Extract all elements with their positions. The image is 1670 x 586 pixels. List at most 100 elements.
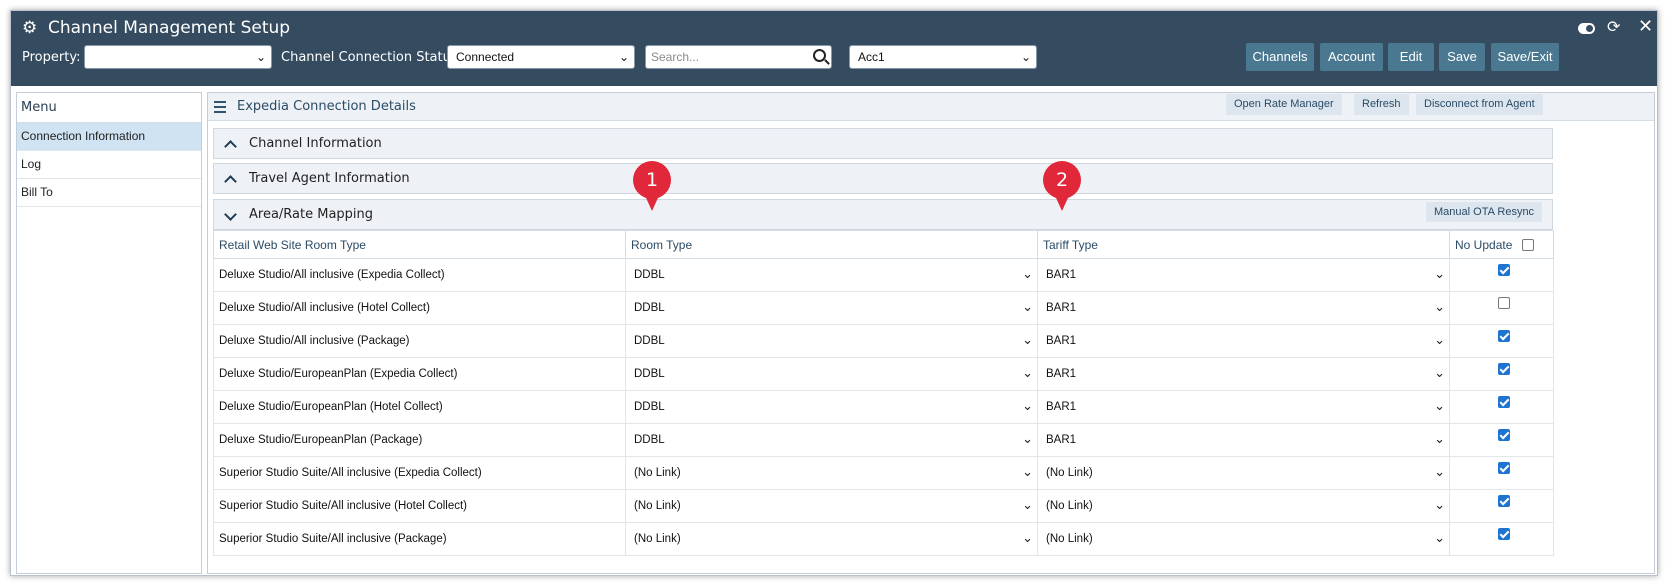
tariff-type-select[interactable]: (No Link) ⌄ <box>1043 464 1449 479</box>
sidebar-item-connection-information[interactable]: Connection Information <box>17 123 201 151</box>
tariff-type-value: BAR1 <box>1046 368 1077 380</box>
no-update-checkbox[interactable] <box>1498 462 1510 474</box>
save-button[interactable]: Save <box>1439 43 1485 71</box>
column-header: No Update <box>1455 237 1513 252</box>
room-type-select[interactable]: DDBL ⌄ <box>631 299 1037 314</box>
chevron-down-icon: ⌄ <box>1022 464 1033 479</box>
no-update-cell <box>1449 390 1554 424</box>
room-type-value: DDBL <box>634 434 665 446</box>
table-row: Deluxe Studio/All inclusive (Package) DDB… <box>213 324 1554 358</box>
room-type-select[interactable]: DDBL ⌄ <box>631 332 1037 347</box>
table-row: Deluxe Studio/EuropeanPlan (Package) DDBL… <box>213 423 1554 457</box>
sidebar: Menu Connection Information Log Bill To <box>16 92 202 574</box>
no-update-checkbox[interactable] <box>1498 396 1510 408</box>
no-update-cell <box>1449 357 1554 391</box>
chevron-down-icon: ⌄ <box>1022 431 1033 446</box>
sidebar-item-log[interactable]: Log <box>17 151 201 179</box>
no-update-all-checkbox[interactable] <box>1521 239 1534 252</box>
manual-ota-resync-button[interactable]: Manual OTA Resync <box>1426 202 1543 222</box>
table-row: Superior Studio Suite/All inclusive (Pac… <box>213 522 1554 556</box>
tariff-type-select[interactable]: BAR1 ⌄ <box>1043 431 1449 446</box>
refresh-icon[interactable]: ⟳ <box>1607 16 1620 38</box>
save-exit-button[interactable]: Save/Exit <box>1491 43 1559 71</box>
room-type-cell: DDBL ⌄ <box>625 423 1038 457</box>
tariff-type-select[interactable]: BAR1 ⌄ <box>1043 365 1449 380</box>
tariff-type-cell: BAR1 ⌄ <box>1037 291 1450 325</box>
room-type-select[interactable]: (No Link) ⌄ <box>631 464 1037 479</box>
no-update-header: No Update <box>1449 230 1554 259</box>
no-update-cell <box>1449 489 1554 523</box>
main-panel: Expedia Connection Details Open Rate Man… <box>207 92 1655 574</box>
close-icon[interactable]: ✕ <box>1638 16 1653 38</box>
tariff-type-select[interactable]: (No Link) ⌄ <box>1043 497 1449 512</box>
retail-room-type: Deluxe Studio/EuropeanPlan (Expedia Coll… <box>219 368 458 380</box>
account-select[interactable]: Acc1 ⌄ <box>849 45 1037 69</box>
open-rate-manager-button[interactable]: Open Rate Manager <box>1226 94 1342 115</box>
callout-pointer <box>642 189 662 211</box>
chevron-down-icon[interactable] <box>226 207 235 223</box>
refresh-button[interactable]: Refresh <box>1354 94 1409 115</box>
disconnect-button[interactable]: Disconnect from Agent <box>1416 94 1543 115</box>
no-update-checkbox[interactable] <box>1498 330 1510 342</box>
toggle-icon[interactable] <box>1578 18 1595 40</box>
tariff-type-value: (No Link) <box>1046 533 1093 545</box>
section-travel-agent-information[interactable]: Travel Agent Information <box>213 163 1553 194</box>
tariff-type-value: BAR1 <box>1046 302 1077 314</box>
table-row: Deluxe Studio/EuropeanPlan (Hotel Collec… <box>213 390 1554 424</box>
channels-button[interactable]: Channels <box>1246 43 1314 71</box>
retail-room-type: Deluxe Studio/All inclusive (Package) <box>219 335 410 347</box>
section-area-rate-mapping[interactable]: Area/Rate Mapping Manual OTA Resync <box>213 199 1553 230</box>
retail-room-type: Deluxe Studio/EuropeanPlan (Package) <box>219 434 423 446</box>
no-update-checkbox[interactable] <box>1498 264 1510 276</box>
retail-room-type-cell: Deluxe Studio/EuropeanPlan (Package) <box>213 423 626 457</box>
no-update-checkbox[interactable] <box>1498 495 1510 507</box>
tariff-type-select[interactable]: BAR1 ⌄ <box>1043 398 1449 413</box>
chevron-down-icon: ⌄ <box>1022 497 1033 512</box>
sidebar-item-bill-to[interactable]: Bill To <box>17 179 201 207</box>
chevron-up-icon[interactable] <box>226 171 235 190</box>
no-update-checkbox[interactable] <box>1498 363 1510 375</box>
callout-number: 2 <box>1055 169 1069 191</box>
callout-number: 1 <box>645 169 659 191</box>
room-type-select[interactable]: DDBL ⌄ <box>631 365 1037 380</box>
chevron-up-icon[interactable] <box>226 136 235 155</box>
search-icon[interactable] <box>813 49 826 62</box>
chevron-down-icon: ⌄ <box>1020 50 1031 64</box>
room-type-value: DDBL <box>634 302 665 314</box>
edit-button[interactable]: Edit <box>1388 43 1434 71</box>
hamburger-icon[interactable] <box>214 101 226 116</box>
room-type-select[interactable]: (No Link) ⌄ <box>631 530 1037 545</box>
chevron-down-icon: ⌄ <box>1022 332 1033 347</box>
room-type-select[interactable]: DDBL ⌄ <box>631 266 1037 281</box>
callout-marker-2: 2 <box>1043 161 1081 213</box>
property-select[interactable]: ⌄ <box>84 45 272 69</box>
search-input[interactable]: Search... <box>645 45 832 69</box>
no-update-checkbox[interactable] <box>1498 297 1510 309</box>
no-update-cell <box>1449 258 1554 292</box>
retail-room-type-cell: Deluxe Studio/All inclusive (Hotel Colle… <box>213 291 626 325</box>
tariff-type-select[interactable]: BAR1 ⌄ <box>1043 266 1449 281</box>
room-type-cell: DDBL ⌄ <box>625 291 1038 325</box>
room-type-select[interactable]: DDBL ⌄ <box>631 398 1037 413</box>
room-type-value: (No Link) <box>634 533 681 545</box>
retail-room-type-cell: Superior Studio Suite/All inclusive (Pac… <box>213 522 626 556</box>
room-type-select[interactable]: DDBL ⌄ <box>631 431 1037 446</box>
chevron-down-icon: ⌄ <box>1434 464 1445 479</box>
property-label: Property: <box>22 50 81 65</box>
tariff-type-select[interactable]: BAR1 ⌄ <box>1043 332 1449 347</box>
no-update-cell <box>1449 522 1554 556</box>
no-update-checkbox[interactable] <box>1498 528 1510 540</box>
no-update-checkbox[interactable] <box>1498 429 1510 441</box>
account-button[interactable]: Account <box>1320 43 1383 71</box>
retail-room-type: Deluxe Studio/All inclusive (Expedia Col… <box>219 269 445 281</box>
status-select[interactable]: Connected ⌄ <box>447 45 635 69</box>
section-channel-information[interactable]: Channel Information <box>213 128 1553 159</box>
tariff-type-select[interactable]: BAR1 ⌄ <box>1043 299 1449 314</box>
table-header-row: Retail Web Site Room Type Room Type Tari… <box>213 230 1554 259</box>
room-type-select[interactable]: (No Link) ⌄ <box>631 497 1037 512</box>
title-bar: ⚙ Channel Management Setup ⟳ ✕ Property:… <box>11 11 1657 86</box>
tariff-type-select[interactable]: (No Link) ⌄ <box>1043 530 1449 545</box>
retail-room-type: Superior Studio Suite/All inclusive (Pac… <box>219 533 447 545</box>
mapping-table: Retail Web Site Room Type Room Type Tari… <box>213 230 1554 556</box>
retail-room-type-cell: Deluxe Studio/All inclusive (Expedia Col… <box>213 258 626 292</box>
